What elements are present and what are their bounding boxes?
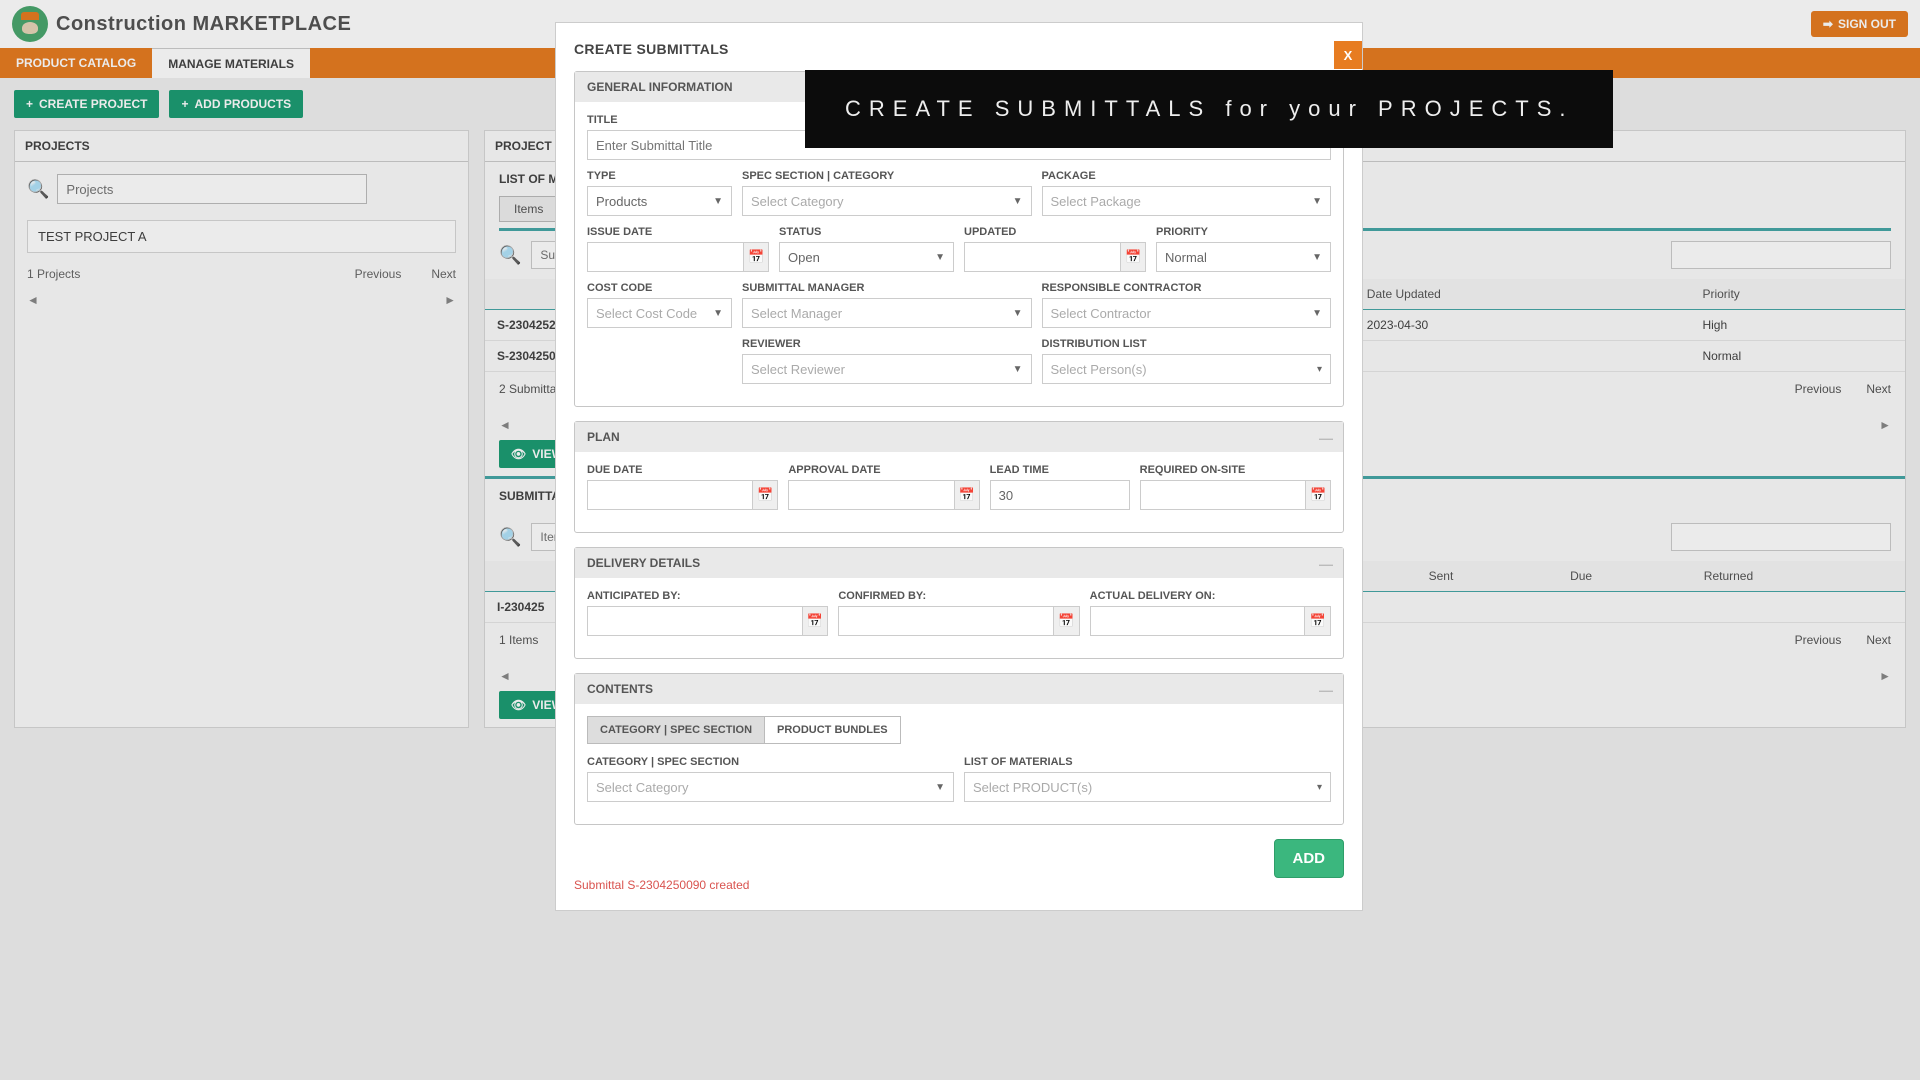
create-submittal-modal: CREATE SUBMITTALS X GENERAL INFORMATION … <box>555 22 1363 911</box>
manager-value: Select Manager <box>751 306 842 321</box>
delivery-title: DELIVERY DETAILS <box>587 556 700 570</box>
label-category: CATEGORY | SPEC SECTION <box>587 756 954 768</box>
status-select[interactable]: Open ▼ <box>779 242 954 272</box>
lom-value: Select PRODUCT(s) <box>973 780 1092 795</box>
section-contents: CONTENTS — CATEGORY | SPEC SECTION PRODUC… <box>574 673 1344 825</box>
label-actual: ACTUAL DELIVERY ON: <box>1090 590 1331 602</box>
cost-value: Select Cost Code <box>596 306 697 321</box>
resp-value: Select Contractor <box>1051 306 1151 321</box>
calendar-icon[interactable]: 📅 <box>802 606 829 636</box>
label-reviewer: REVIEWER <box>742 338 1032 350</box>
section-contents-head: CONTENTS — <box>575 674 1343 704</box>
chevron-down-icon: ▾ <box>1317 364 1322 375</box>
priority-value: Normal <box>1165 250 1207 265</box>
section-delivery: DELIVERY DETAILS — ANTICIPATED BY: 📅 CONF… <box>574 547 1344 659</box>
tab-category-spec[interactable]: CATEGORY | SPEC SECTION <box>587 716 765 744</box>
label-package: PACKAGE <box>1042 170 1332 182</box>
calendar-icon[interactable]: 📅 <box>1304 606 1331 636</box>
label-updated: UPDATED <box>964 226 1146 238</box>
label-issue: ISSUE DATE <box>587 226 769 238</box>
modal-close-button[interactable]: X <box>1334 41 1362 69</box>
label-resp: RESPONSIBLE CONTRACTOR <box>1042 282 1332 294</box>
label-approval: APPROVAL DATE <box>788 464 979 476</box>
calendar-icon[interactable]: 📅 <box>954 480 980 510</box>
package-select[interactable]: Select Package ▼ <box>1042 186 1332 216</box>
label-due: DUE DATE <box>587 464 778 476</box>
chevron-down-icon: ▼ <box>1013 364 1023 375</box>
label-confirmed: CONFIRMED BY: <box>838 590 1079 602</box>
approval-date-input[interactable] <box>788 480 953 510</box>
calendar-icon[interactable]: 📅 <box>1305 480 1331 510</box>
label-spec: SPEC SECTION | CATEGORY <box>742 170 1032 182</box>
chevron-down-icon: ▼ <box>935 782 945 793</box>
calendar-icon[interactable]: 📅 <box>1053 606 1080 636</box>
chevron-down-icon: ▼ <box>1013 196 1023 207</box>
add-button[interactable]: ADD <box>1274 839 1345 878</box>
priority-select[interactable]: Normal ▼ <box>1156 242 1331 272</box>
calendar-icon[interactable]: 📅 <box>1120 242 1146 272</box>
chevron-down-icon: ▼ <box>713 196 723 207</box>
manager-select[interactable]: Select Manager ▼ <box>742 298 1032 328</box>
plan-title: PLAN <box>587 430 620 444</box>
confirmed-input[interactable] <box>838 606 1053 636</box>
required-onsite-input[interactable] <box>1140 480 1305 510</box>
reviewer-select[interactable]: Select Reviewer ▼ <box>742 354 1032 384</box>
chevron-down-icon: ▼ <box>1312 196 1322 207</box>
lead-time-input[interactable] <box>990 480 1130 510</box>
chevron-down-icon: ▼ <box>1013 308 1023 319</box>
reviewer-value: Select Reviewer <box>751 362 845 377</box>
label-materials: LIST OF MATERIALS <box>964 756 1331 768</box>
section-delivery-head: DELIVERY DETAILS — <box>575 548 1343 578</box>
spec-value: Select Category <box>751 194 844 209</box>
modal-title: CREATE SUBMITTALS <box>574 41 1344 57</box>
spec-select[interactable]: Select Category ▼ <box>742 186 1032 216</box>
chevron-down-icon: ▼ <box>713 308 723 319</box>
dist-select[interactable]: Select Person(s) ▾ <box>1042 354 1332 384</box>
label-dist: DISTRIBUTION LIST <box>1042 338 1332 350</box>
type-value: Products <box>596 194 647 209</box>
tab-product-bundles[interactable]: PRODUCT BUNDLES <box>765 716 901 744</box>
label-anticipated: ANTICIPATED BY: <box>587 590 828 602</box>
calendar-icon[interactable]: 📅 <box>752 480 778 510</box>
dist-value: Select Person(s) <box>1051 362 1147 377</box>
status-value: Open <box>788 250 820 265</box>
label-cost: COST CODE <box>587 282 732 294</box>
resp-select[interactable]: Select Contractor ▼ <box>1042 298 1332 328</box>
category-select[interactable]: Select Category ▼ <box>587 772 954 802</box>
updated-date-input[interactable] <box>964 242 1120 272</box>
toast-message: Submittal S-2304250090 created <box>574 878 1344 892</box>
label-lead: LEAD TIME <box>990 464 1130 476</box>
label-manager: SUBMITTAL MANAGER <box>742 282 1032 294</box>
type-select[interactable]: Products ▼ <box>587 186 732 216</box>
section-plan: PLAN — DUE DATE 📅 APPROVAL DATE 📅 LEAD TI… <box>574 421 1344 533</box>
anticipated-input[interactable] <box>587 606 802 636</box>
section-plan-head: PLAN — <box>575 422 1343 452</box>
contents-title: CONTENTS <box>587 682 653 696</box>
chevron-down-icon: ▾ <box>1317 782 1322 793</box>
materials-select[interactable]: Select PRODUCT(s) ▾ <box>964 772 1331 802</box>
cost-select[interactable]: Select Cost Code ▼ <box>587 298 732 328</box>
chevron-down-icon: ▼ <box>1312 252 1322 263</box>
chevron-down-icon: ▼ <box>935 252 945 263</box>
label-reqon: REQUIRED ON-SITE <box>1140 464 1331 476</box>
collapse-icon[interactable]: — <box>1319 430 1333 446</box>
collapse-icon[interactable]: — <box>1319 556 1333 572</box>
label-status: STATUS <box>779 226 954 238</box>
due-date-input[interactable] <box>587 480 752 510</box>
issue-date-input[interactable] <box>587 242 743 272</box>
collapse-icon[interactable]: — <box>1319 682 1333 698</box>
cat-value: Select Category <box>596 780 689 795</box>
label-type: TYPE <box>587 170 732 182</box>
label-priority: PRIORITY <box>1156 226 1331 238</box>
package-value: Select Package <box>1051 194 1141 209</box>
calendar-icon[interactable]: 📅 <box>743 242 769 272</box>
promo-banner: CREATE SUBMITTALS for your PROJECTS. <box>805 70 1613 148</box>
actual-input[interactable] <box>1090 606 1305 636</box>
chevron-down-icon: ▼ <box>1312 308 1322 319</box>
